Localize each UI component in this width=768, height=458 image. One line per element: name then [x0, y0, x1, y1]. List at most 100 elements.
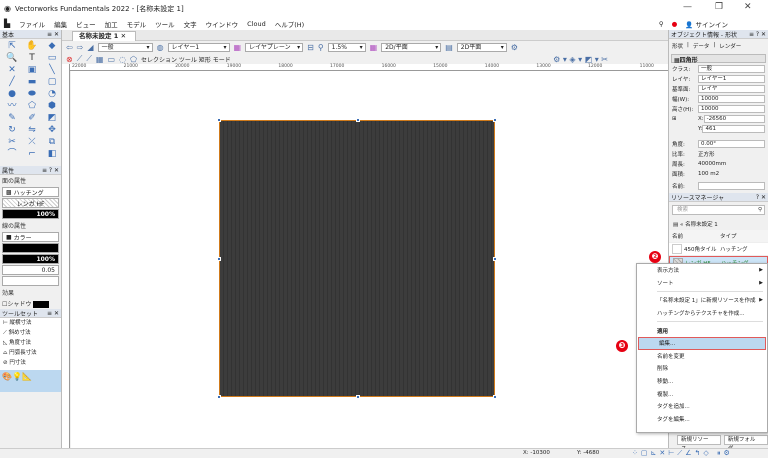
- close-button[interactable]: ✕: [744, 2, 752, 12]
- mirror-tool-icon[interactable]: ⇋: [23, 125, 41, 136]
- zoom-select[interactable]: 1.5%: [327, 42, 366, 52]
- menu-file[interactable]: ファイル: [19, 19, 45, 29]
- close-icon[interactable]: ? ✕: [756, 194, 766, 201]
- menu-item-display[interactable]: 表示方法 ▶: [637, 264, 767, 277]
- zoom-icon[interactable]: ⚲: [318, 43, 324, 52]
- oval-tool-icon[interactable]: ⬬: [23, 89, 41, 100]
- rectangle-tool-icon[interactable]: ▬: [23, 77, 41, 88]
- minimize-button[interactable]: —: [683, 2, 692, 12]
- column-type[interactable]: タイプ: [720, 232, 737, 240]
- line-tool-icon[interactable]: ╲: [43, 65, 61, 76]
- class-field[interactable]: 一般: [698, 64, 765, 73]
- tool-options-icon[interactable]: ⚙ ▾ ◈ ▾ ◩ ▾ ✂: [553, 55, 608, 64]
- x-field[interactable]: -26560: [703, 114, 765, 123]
- document-tab[interactable]: 名称未設定 1 ✕: [72, 31, 136, 41]
- menu-item-sort[interactable]: ソート ▶: [637, 277, 767, 290]
- search-icon[interactable]: ⚲: [758, 206, 762, 215]
- view-select[interactable]: 2D/平面: [381, 42, 442, 52]
- toolset-item[interactable]: ⟋ 斜め寸法: [3, 328, 61, 338]
- lasso-mode-icon[interactable]: ◌: [119, 55, 126, 64]
- menu-item-rename[interactable]: 名前を変更: [637, 350, 767, 363]
- selection-handle[interactable]: [356, 395, 360, 399]
- symbol-tool-icon[interactable]: ▣: [23, 65, 41, 76]
- menu-modify[interactable]: 加工: [105, 19, 118, 29]
- new-resource-button[interactable]: 新規リソース...: [677, 435, 721, 452]
- connect-tool-icon[interactable]: ⤫: [23, 137, 41, 148]
- close-icon[interactable]: ≡ ? ✕: [42, 167, 59, 174]
- polyline-tool-icon[interactable]: 〰: [3, 101, 21, 112]
- menu-item-edit-tag[interactable]: タグを編集...: [637, 413, 767, 426]
- light-icon[interactable]: 💡: [12, 372, 22, 381]
- resource-search-input[interactable]: 検索 ⚲: [672, 205, 765, 215]
- snap-icons[interactable]: ⁘▢⊾✕⊢⟋∠↰◇ ⏸⚙: [632, 449, 733, 458]
- close-tab-icon[interactable]: ✕: [121, 32, 126, 40]
- menu-model[interactable]: モデル: [127, 19, 147, 29]
- resource-item[interactable]: 450角タイル ハッチング: [669, 243, 768, 256]
- selection-handle[interactable]: [217, 257, 221, 261]
- shadow-color[interactable]: [33, 301, 50, 308]
- fill-opacity[interactable]: 100%: [2, 209, 59, 219]
- selection-handle[interactable]: [217, 395, 221, 399]
- menu-item-move[interactable]: 移動...: [637, 375, 767, 388]
- anchor-grid-icon[interactable]: ⊞: [672, 116, 698, 122]
- menu-item-apply[interactable]: 適用: [637, 324, 767, 337]
- plane-field[interactable]: レイヤ: [698, 84, 765, 93]
- move-tool-icon[interactable]: ✥: [43, 125, 61, 136]
- tab-render[interactable]: レンダー: [719, 42, 741, 50]
- toolset-item[interactable]: ◺ 角度寸法: [3, 338, 61, 348]
- y-field[interactable]: 461: [702, 124, 765, 133]
- toolset-tabs[interactable]: 🎨💡📐: [0, 370, 61, 392]
- toolset-item[interactable]: ⌓ 円弧長寸法: [3, 348, 61, 358]
- class-icon[interactable]: ◢: [87, 43, 93, 52]
- menu-edit[interactable]: 編集: [54, 19, 67, 29]
- toolset-item[interactable]: ⊘ 円寸法: [3, 358, 61, 368]
- search-icon[interactable]: ⚲: [659, 20, 664, 28]
- resource-file[interactable]: ▤ « 名称未設定 1: [669, 218, 768, 230]
- menu-tools[interactable]: ツール: [155, 19, 175, 29]
- attribute-tool-icon[interactable]: ◩: [43, 113, 61, 124]
- offset-tool-icon[interactable]: ⧉: [43, 137, 61, 148]
- selection-handle[interactable]: [217, 118, 221, 122]
- hatched-rectangle[interactable]: [217, 118, 497, 399]
- zoom-tool-icon[interactable]: 🔍: [3, 53, 21, 64]
- arc-tool-icon[interactable]: ◔: [43, 89, 61, 100]
- close-icon[interactable]: ≡ ✕: [47, 31, 59, 38]
- signin-button[interactable]: 👤 サインイン: [685, 19, 728, 29]
- layer-select[interactable]: レイヤー1: [167, 42, 230, 52]
- menu-item-new-resource[interactable]: 「名称未設定 1」に新規リソースを作成 ▶: [637, 294, 767, 307]
- close-icon[interactable]: ≡ ? ✕: [749, 31, 766, 38]
- line-type-select[interactable]: ■ カラー: [2, 232, 59, 242]
- pan-tool-icon[interactable]: ✋: [23, 41, 41, 52]
- fill-type-select[interactable]: ▩ ハッチング: [2, 187, 59, 197]
- rounded-rect-tool-icon[interactable]: ▢: [43, 77, 61, 88]
- rotate-tool-icon[interactable]: ↻: [3, 125, 21, 136]
- render-icon[interactable]: ▤: [445, 43, 453, 52]
- mode-single-icon[interactable]: ⟋: [77, 54, 83, 64]
- freehand-tool-icon[interactable]: ✎: [3, 113, 21, 124]
- arrowhead-select[interactable]: [2, 276, 59, 286]
- circle-tool-icon[interactable]: ●: [3, 89, 21, 100]
- selection-handle[interactable]: [493, 395, 497, 399]
- layer-field[interactable]: レイヤー1: [698, 74, 765, 83]
- split-tool-icon[interactable]: ✂: [3, 137, 21, 148]
- menu-view[interactable]: ビュー: [76, 19, 96, 29]
- text-tool-icon[interactable]: T: [23, 53, 41, 64]
- rectangle-mode-icon[interactable]: ▭: [107, 55, 115, 64]
- menu-window[interactable]: ウインドウ: [206, 19, 239, 29]
- new-folder-button[interactable]: 新規フォルダ...: [723, 435, 768, 452]
- menu-item-add-tag[interactable]: タグを追加...: [637, 400, 767, 413]
- angle-field[interactable]: 0.00°: [698, 139, 765, 148]
- tab-data[interactable]: データ: [693, 42, 710, 50]
- menu-item-duplicate[interactable]: 複製...: [637, 387, 767, 400]
- eyedropper-tool-icon[interactable]: ✐: [23, 113, 41, 124]
- lighting-icon[interactable]: ⚙: [511, 43, 518, 52]
- selection-handle[interactable]: [493, 118, 497, 122]
- layer-plane-select[interactable]: レイヤプレーン: [245, 42, 304, 52]
- line-color-swatch[interactable]: [2, 243, 59, 253]
- layer-plane-icon[interactable]: ▦: [234, 43, 242, 52]
- menu-help[interactable]: ヘルプ(H): [275, 19, 304, 29]
- callout-tool-icon[interactable]: ▭: [43, 53, 61, 64]
- menu-item-delete[interactable]: 削除: [637, 362, 767, 375]
- back-icon[interactable]: ⇦: [66, 43, 73, 52]
- regular-polygon-tool-icon[interactable]: ⬢: [43, 101, 61, 112]
